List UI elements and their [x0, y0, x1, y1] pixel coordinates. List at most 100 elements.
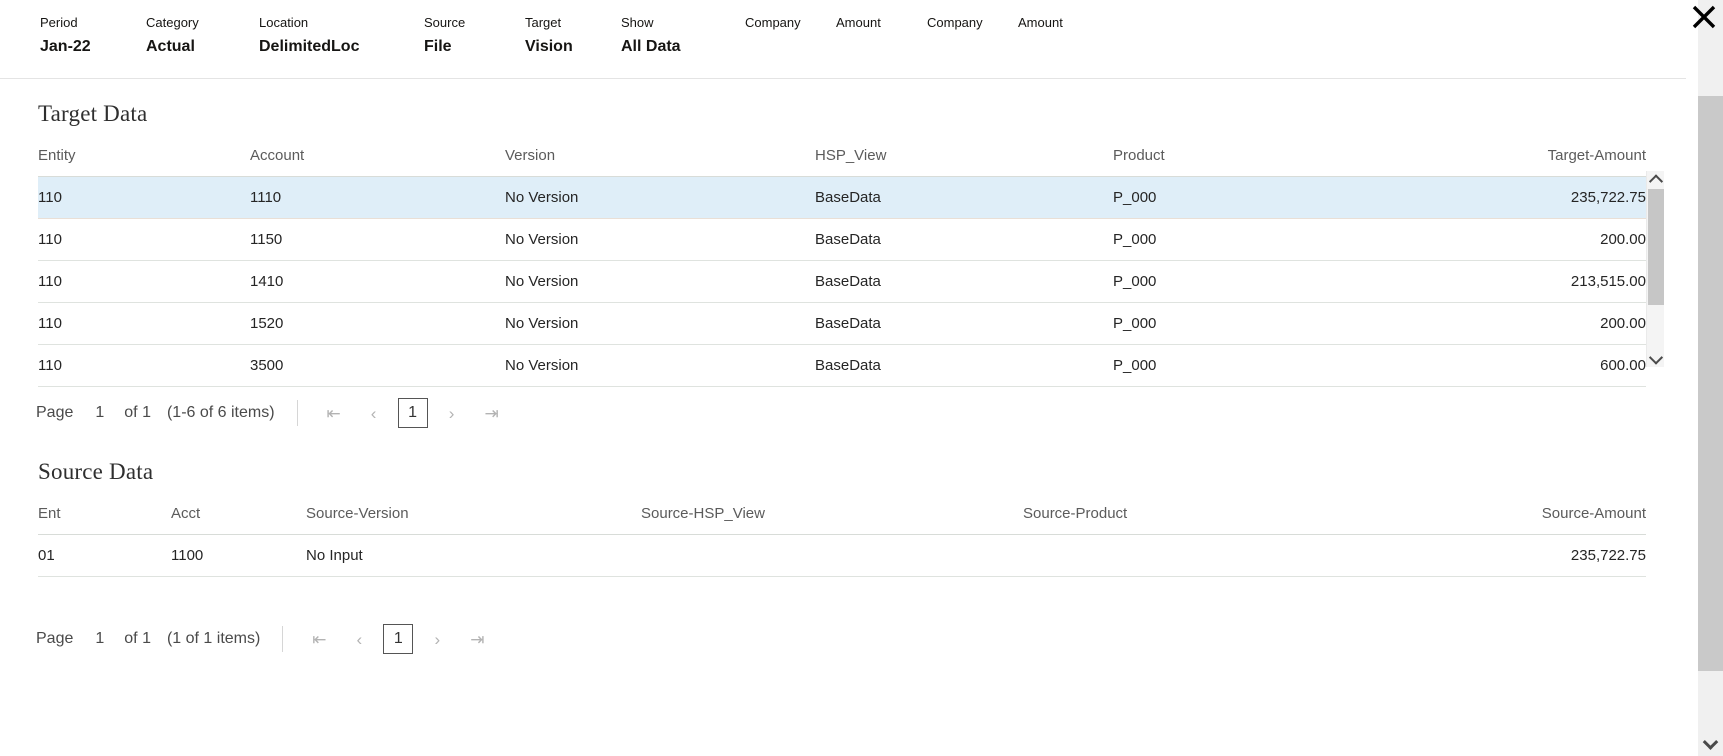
- source-col-source-product[interactable]: Source-Product: [1023, 491, 1359, 535]
- pov-value-location: DelimitedLoc: [259, 35, 424, 59]
- target-col-entity[interactable]: Entity: [38, 133, 250, 177]
- cell-hsp-view: BaseData: [815, 261, 1113, 303]
- cell-account: 1150: [250, 219, 505, 261]
- previous-page-icon[interactable]: ‹: [354, 398, 394, 428]
- cell-hsp-view: BaseData: [815, 219, 1113, 261]
- pov-label-show: Show: [621, 14, 745, 32]
- pov-item-company-1[interactable]: Company: [745, 14, 836, 35]
- target-data-title: Target Data: [0, 101, 1686, 127]
- pov-item-amount-1[interactable]: Amount: [836, 14, 927, 35]
- source-data-table-wrap: Ent Acct Source-Version Source-HSP_View …: [38, 491, 1646, 577]
- pov-item-show[interactable]: Show All Data: [621, 14, 745, 59]
- previous-page-icon[interactable]: ‹: [339, 624, 379, 654]
- close-icon[interactable]: [1687, 0, 1721, 34]
- first-page-icon[interactable]: ⇤: [314, 398, 354, 428]
- cell-product: P_000: [1113, 219, 1355, 261]
- cell-target-amount: 200.00: [1355, 303, 1646, 345]
- table-row[interactable]: 110 1150 No Version BaseData P_000 200.0…: [38, 219, 1646, 261]
- cell-source-hsp-view: [641, 535, 1023, 577]
- pager-divider: [282, 626, 283, 652]
- cell-version: No Version: [505, 177, 815, 219]
- pov-item-period[interactable]: Period Jan-22: [40, 14, 146, 59]
- pager-page-number[interactable]: 1: [79, 404, 120, 422]
- table-row[interactable]: 110 1520 No Version BaseData P_000 200.0…: [38, 303, 1646, 345]
- pov-value-source: File: [424, 35, 525, 59]
- pager-page-number[interactable]: 1: [79, 630, 120, 648]
- table-row[interactable]: 110 1110 No Version BaseData P_000 235,7…: [38, 177, 1646, 219]
- source-col-ent[interactable]: Ent: [38, 491, 171, 535]
- target-col-account[interactable]: Account: [250, 133, 505, 177]
- cell-product: P_000: [1113, 303, 1355, 345]
- target-col-hsp-view[interactable]: HSP_View: [815, 133, 1113, 177]
- pov-filter-bar: Period Jan-22 Category Actual Location D…: [0, 0, 1686, 79]
- pov-label-company-1: Company: [745, 14, 836, 32]
- cell-product: P_000: [1113, 345, 1355, 387]
- cell-source-amount-link[interactable]: 235,722.75: [1359, 535, 1646, 577]
- table-row[interactable]: 110 1410 No Version BaseData P_000 213,5…: [38, 261, 1646, 303]
- pov-label-location: Location: [259, 14, 424, 32]
- target-data-title-wrap: Target Data: [0, 79, 1686, 127]
- scrollbar-thumb[interactable]: [1698, 96, 1723, 671]
- cell-acct: 1100: [171, 535, 306, 577]
- content-pane: Period Jan-22 Category Actual Location D…: [0, 0, 1686, 756]
- pager-page-label: Page: [30, 404, 79, 422]
- pager-of-text: of 1: [120, 404, 155, 422]
- cell-target-amount: 213,515.00: [1355, 261, 1646, 303]
- pager-of-text: of 1: [120, 630, 155, 648]
- last-page-icon[interactable]: ⇥: [472, 398, 512, 428]
- pov-value-target: Vision: [525, 35, 621, 59]
- cell-entity: 110: [38, 261, 250, 303]
- cell-version: No Version: [505, 261, 815, 303]
- pov-items: Period Jan-22 Category Actual Location D…: [40, 14, 1686, 59]
- last-page-icon[interactable]: ⇥: [457, 624, 497, 654]
- target-col-product[interactable]: Product: [1113, 133, 1355, 177]
- pov-label-category: Category: [146, 14, 259, 32]
- target-col-target-amount[interactable]: Target-Amount: [1355, 133, 1646, 177]
- pov-label-period: Period: [40, 14, 146, 32]
- scroll-up-icon[interactable]: [1647, 171, 1664, 188]
- first-page-icon[interactable]: ⇤: [299, 624, 339, 654]
- next-page-icon[interactable]: ›: [432, 398, 472, 428]
- cell-target-amount: 200.00: [1355, 219, 1646, 261]
- cell-account: 1110: [250, 177, 505, 219]
- table-row[interactable]: 01 1100 No Input 235,722.75: [38, 535, 1646, 577]
- source-data-title-wrap: Source Data: [0, 435, 1686, 485]
- pov-item-source[interactable]: Source File: [424, 14, 525, 59]
- cell-version: No Version: [505, 219, 815, 261]
- pov-item-amount-2[interactable]: Amount: [1018, 14, 1109, 35]
- target-col-version[interactable]: Version: [505, 133, 815, 177]
- source-col-source-amount[interactable]: Source-Amount: [1359, 491, 1646, 535]
- source-col-acct[interactable]: Acct: [171, 491, 306, 535]
- pov-item-target[interactable]: Target Vision: [525, 14, 621, 59]
- pov-value-show: All Data: [621, 35, 745, 59]
- cell-target-amount: 235,722.75: [1355, 177, 1646, 219]
- cell-entity: 110: [38, 177, 250, 219]
- scrollbar-thumb[interactable]: [1648, 189, 1664, 305]
- target-data-table: Entity Account Version HSP_View Product …: [38, 133, 1646, 387]
- cell-hsp-view: BaseData: [815, 303, 1113, 345]
- window-scrollbar[interactable]: [1686, 0, 1723, 756]
- pov-item-category[interactable]: Category Actual: [146, 14, 259, 59]
- scroll-down-icon[interactable]: [1698, 731, 1723, 756]
- pov-value-period: Jan-22: [40, 35, 146, 59]
- source-data-title: Source Data: [0, 459, 1686, 485]
- cell-account: 1520: [250, 303, 505, 345]
- pager-current-page[interactable]: 1: [398, 398, 428, 428]
- scroll-down-icon[interactable]: [1647, 350, 1665, 367]
- cell-hsp-view: BaseData: [815, 177, 1113, 219]
- next-page-icon[interactable]: ›: [417, 624, 457, 654]
- pager-page-label: Page: [30, 630, 79, 648]
- pager-current-page[interactable]: 1: [383, 624, 413, 654]
- source-col-source-hsp-view[interactable]: Source-HSP_View: [641, 491, 1023, 535]
- cell-product: P_000: [1113, 261, 1355, 303]
- source-data-pagination: Page 1 of 1 (1 of 1 items) ⇤ ‹ 1 › ⇥: [0, 617, 1686, 661]
- source-col-source-version[interactable]: Source-Version: [306, 491, 641, 535]
- pov-value-category: Actual: [146, 35, 259, 59]
- pov-label-target: Target: [525, 14, 621, 32]
- target-grid-scrollbar[interactable]: [1646, 171, 1664, 367]
- pager-items-count: (1-6 of 6 items): [155, 404, 275, 422]
- table-row[interactable]: 110 3500 No Version BaseData P_000 600.0…: [38, 345, 1646, 387]
- pov-item-location[interactable]: Location DelimitedLoc: [259, 14, 424, 59]
- cell-version: No Version: [505, 303, 815, 345]
- pov-item-company-2[interactable]: Company: [927, 14, 1018, 35]
